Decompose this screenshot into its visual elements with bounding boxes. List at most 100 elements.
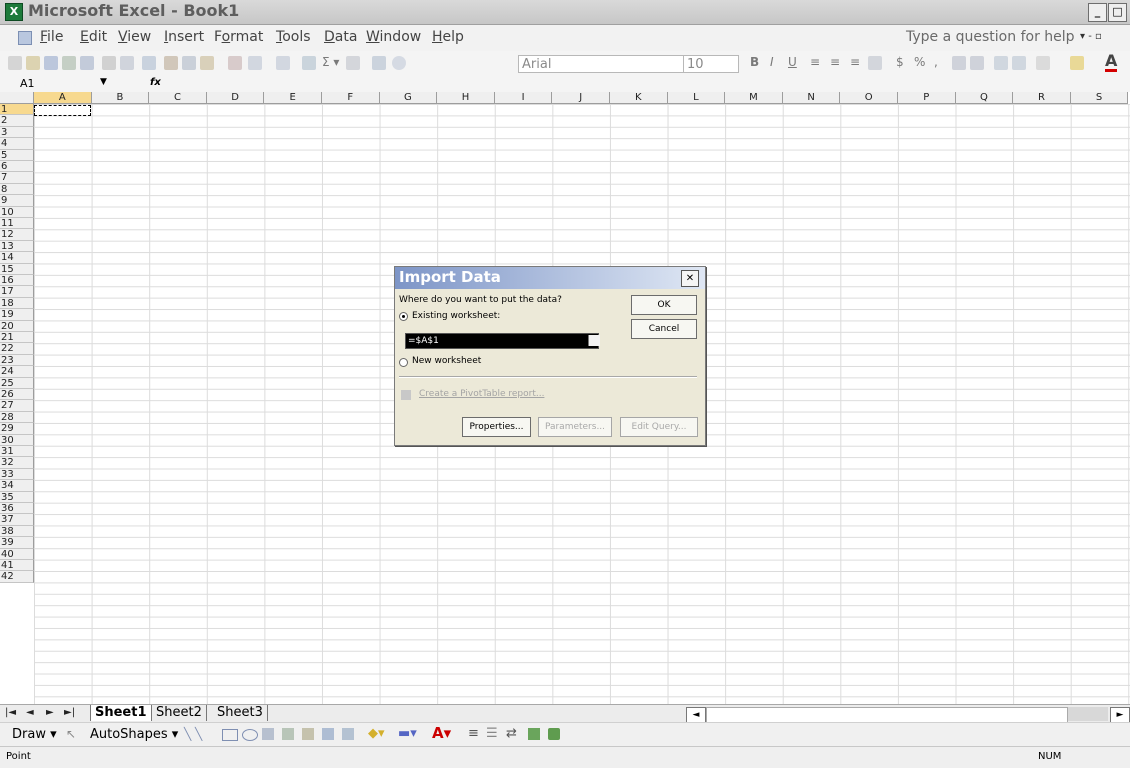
arrow-style-icon[interactable]: ⇄ — [506, 726, 517, 741]
save-icon[interactable] — [44, 56, 58, 70]
menu-insert[interactable]: Insert — [164, 29, 204, 45]
row-header-18[interactable]: 18 — [0, 297, 34, 310]
row-header-14[interactable]: 14 — [0, 252, 34, 264]
column-header-O[interactable]: O — [840, 92, 898, 104]
open-icon[interactable] — [26, 56, 40, 70]
row-header-37[interactable]: 37 — [0, 514, 34, 526]
prev-sheet-icon[interactable]: ◄ — [26, 707, 34, 718]
dash-style-icon[interactable]: ☰ — [486, 726, 498, 741]
row-header-35[interactable]: 35 — [0, 491, 34, 503]
copy-icon[interactable] — [182, 56, 196, 70]
help-icon[interactable] — [392, 56, 406, 70]
active-cell-A1[interactable] — [34, 105, 91, 116]
font-name-select[interactable]: Arial — [518, 55, 706, 73]
row-header-26[interactable]: 26 — [0, 389, 34, 401]
column-header-H[interactable]: H — [437, 92, 495, 104]
borders-icon[interactable] — [1036, 56, 1050, 70]
redo-icon[interactable] — [276, 56, 290, 70]
column-header-S[interactable]: S — [1070, 92, 1129, 104]
column-header-R[interactable]: R — [1013, 92, 1071, 104]
column-header-D[interactable]: D — [206, 92, 265, 104]
row-header-10[interactable]: 10 — [0, 206, 34, 218]
row-header-32[interactable]: 32 — [0, 457, 34, 469]
select-objects-icon[interactable]: ↖ — [66, 727, 76, 741]
row-header-30[interactable]: 30 — [0, 434, 34, 446]
column-header-N[interactable]: N — [782, 92, 841, 104]
row-header-9[interactable]: 9 — [0, 195, 34, 207]
collapse-dialog-icon[interactable] — [588, 335, 600, 346]
name-box-dropdown-icon[interactable]: ▼ — [100, 77, 107, 87]
decrease-decimal-icon[interactable] — [970, 56, 984, 70]
row-header-40[interactable]: 40 — [0, 548, 34, 560]
currency-button[interactable]: $ — [896, 55, 904, 69]
italic-button[interactable]: I — [770, 55, 774, 69]
row-header-6[interactable]: 6 — [0, 161, 34, 173]
undo-icon[interactable] — [248, 56, 262, 70]
font-color-icon[interactable]: A — [1105, 53, 1118, 72]
increase-decimal-icon[interactable] — [952, 56, 966, 70]
diagram-icon[interactable] — [302, 728, 314, 740]
column-header-E[interactable]: E — [264, 92, 322, 104]
location-input[interactable]: =$A$1 — [405, 333, 600, 349]
minimize-button[interactable]: _ — [1088, 3, 1107, 22]
create-pivottable-link[interactable]: Create a PivotTable report... — [419, 389, 544, 399]
row-header-39[interactable]: 39 — [0, 537, 34, 549]
existing-worksheet-radio[interactable] — [399, 312, 408, 321]
select-all-corner[interactable] — [0, 92, 34, 104]
draw-menu-button[interactable]: Draw ▾ — [12, 727, 57, 742]
autoshapes-menu-button[interactable]: AutoShapes ▾ — [90, 727, 178, 742]
scroll-right-button[interactable]: ► — [1110, 707, 1130, 723]
menu-file[interactable]: File — [40, 29, 63, 45]
dialog-close-button[interactable]: ✕ — [681, 270, 699, 287]
textbox-icon[interactable] — [262, 728, 274, 740]
insert-function-icon[interactable]: fx — [150, 77, 161, 88]
spelling-icon[interactable] — [142, 56, 156, 70]
excel-icon[interactable]: X — [5, 3, 23, 21]
workbook-icon[interactable] — [18, 31, 32, 45]
menu-view[interactable]: View — [118, 29, 151, 45]
row-header-17[interactable]: 17 — [0, 286, 34, 298]
row-header-38[interactable]: 38 — [0, 525, 34, 538]
row-header-36[interactable]: 36 — [0, 503, 34, 515]
row-header-20[interactable]: 20 — [0, 320, 34, 332]
underline-button[interactable]: U — [788, 55, 797, 69]
fill-color-icon[interactable] — [1070, 56, 1084, 70]
3d-icon[interactable] — [548, 728, 560, 740]
column-header-I[interactable]: I — [494, 92, 553, 104]
column-header-L[interactable]: L — [667, 92, 726, 104]
dialog-title-bar[interactable]: Import Data ✕ — [395, 267, 705, 289]
chart-wizard-icon[interactable] — [372, 56, 386, 70]
row-header-41[interactable]: 41 — [0, 560, 34, 572]
column-header-G[interactable]: G — [379, 92, 438, 104]
row-header-29[interactable]: 29 — [0, 423, 34, 435]
line-color-icon[interactable]: ▬▾ — [398, 726, 417, 741]
horizontal-scrollbar[interactable] — [706, 707, 1068, 723]
comma-button[interactable]: , — [934, 55, 938, 69]
column-header-A[interactable]: A — [34, 92, 92, 104]
row-header-11[interactable]: 11 — [0, 218, 34, 230]
line-style-icon[interactable]: ≡ — [468, 726, 479, 741]
row-header-7[interactable]: 7 — [0, 172, 34, 184]
tab-sheet1[interactable]: Sheet1 — [90, 705, 152, 721]
increase-indent-icon[interactable] — [1012, 56, 1026, 70]
new-worksheet-label[interactable]: New worksheet — [412, 356, 481, 366]
cut-icon[interactable] — [164, 56, 178, 70]
new-worksheet-radio[interactable] — [399, 358, 408, 367]
formula-input[interactable] — [180, 77, 1120, 91]
column-header-Q[interactable]: Q — [955, 92, 1014, 104]
percent-button[interactable]: % — [914, 55, 925, 69]
row-header-5[interactable]: 5 — [0, 149, 34, 161]
merge-center-icon[interactable] — [868, 56, 882, 70]
row-header-19[interactable]: 19 — [0, 309, 34, 321]
row-header-27[interactable]: 27 — [0, 400, 34, 412]
row-header-1[interactable]: 1 — [0, 104, 34, 116]
row-header-25[interactable]: 25 — [0, 377, 34, 389]
properties-button[interactable]: Properties... — [462, 417, 531, 437]
help-dropdown-icon[interactable]: ▾ - ▫ — [1080, 31, 1102, 42]
next-sheet-icon[interactable]: ► — [46, 707, 54, 718]
column-header-F[interactable]: F — [322, 92, 380, 104]
edit-query-button[interactable]: Edit Query... — [620, 417, 698, 437]
parameters-button[interactable]: Parameters... — [538, 417, 612, 437]
row-header-34[interactable]: 34 — [0, 480, 34, 492]
cancel-button[interactable]: Cancel — [631, 319, 697, 339]
